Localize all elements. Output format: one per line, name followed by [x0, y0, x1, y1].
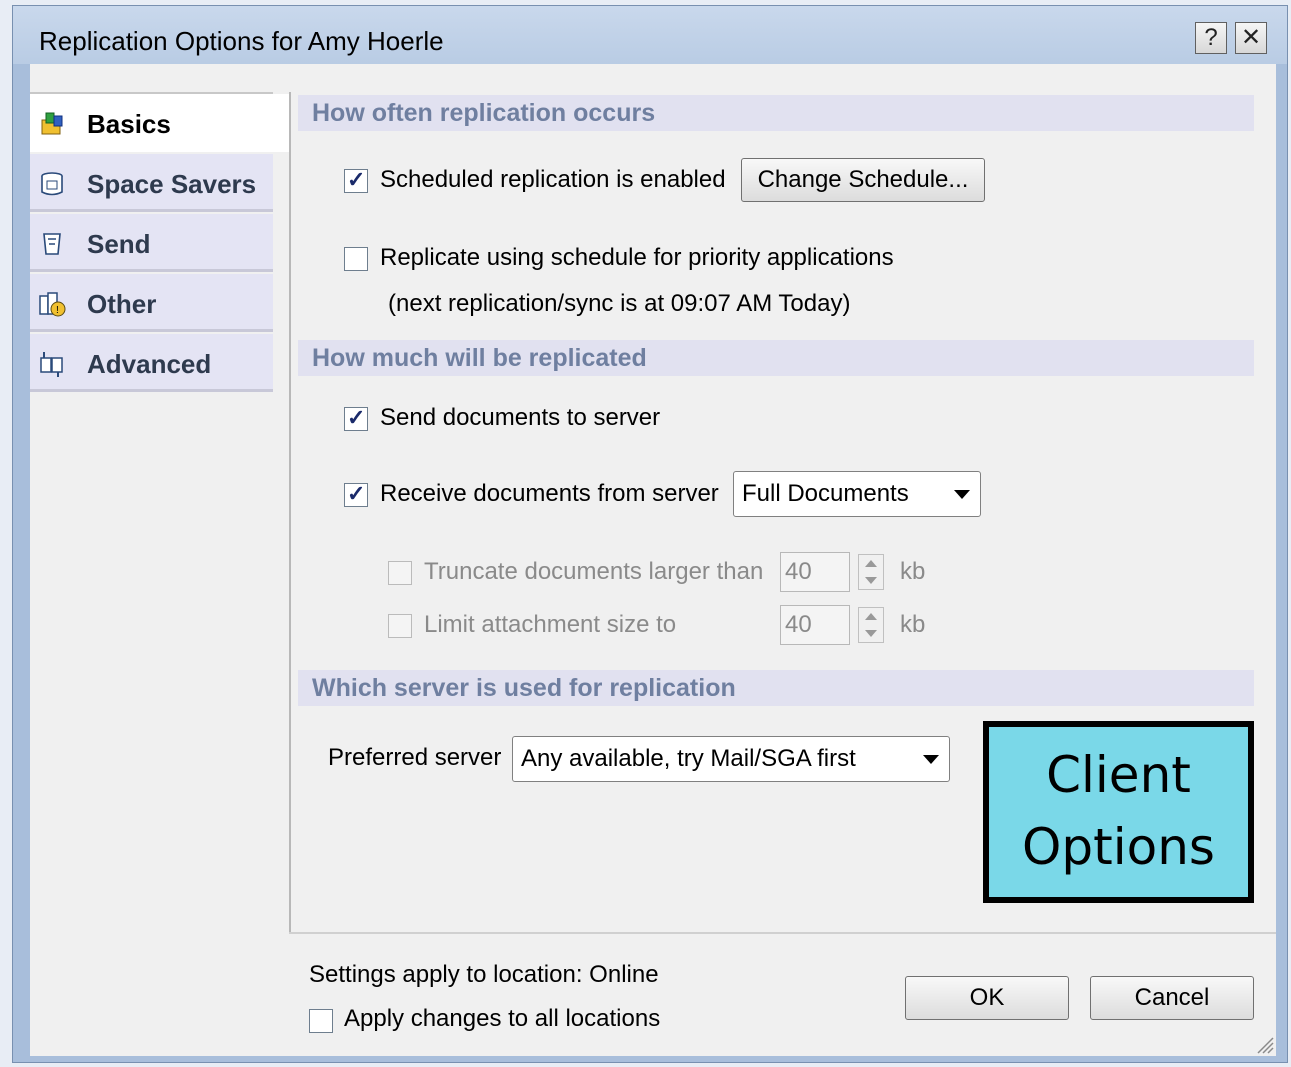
sidebar-item-label: Advanced [87, 349, 212, 379]
help-button[interactable]: ? [1195, 22, 1227, 54]
apply-all-locations-checkbox[interactable] [309, 1009, 333, 1033]
scheduled-replication-label: Scheduled replication is enabled [380, 166, 726, 193]
apply-all-locations-label: Apply changes to all locations [344, 1005, 661, 1032]
ok-button[interactable]: OK [905, 976, 1069, 1020]
dialog-title: Replication Options for Amy Hoerle [39, 26, 444, 56]
basics-icon [41, 112, 63, 135]
limit-attachment-label: Limit attachment size to [424, 611, 677, 638]
priority-applications-label: Replicate using schedule for priority ap… [380, 244, 894, 271]
callout-line-2: Options [1022, 818, 1215, 876]
sidebar-item-label: Send [87, 229, 151, 259]
preferred-server-dropdown[interactable]: Any available, try Mail/SGA first [512, 736, 950, 782]
cancel-button[interactable]: Cancel [1090, 976, 1254, 1020]
preferred-server-label: Preferred server [328, 744, 502, 771]
priority-applications-checkbox[interactable] [344, 247, 368, 271]
section-header-which-server: Which server is used for replication [298, 670, 1254, 706]
change-schedule-button[interactable]: Change Schedule... [741, 158, 985, 202]
footer-divider [289, 932, 1276, 934]
limit-size-spinner[interactable]: 40 [780, 605, 890, 645]
truncate-size-input[interactable]: 40 [780, 552, 850, 592]
send-documents-label: Send documents to server [380, 404, 661, 431]
resize-grip-icon[interactable] [1252, 1032, 1274, 1054]
callout-line-1: Client [1046, 746, 1191, 804]
chevron-down-icon[interactable] [954, 490, 970, 499]
section-header-how-much: How much will be replicated [298, 340, 1254, 376]
svg-text:!: ! [56, 305, 59, 316]
receive-documents-checkbox[interactable] [344, 481, 368, 507]
next-replication-text: (next replication/sync is at 09:07 AM To… [388, 290, 851, 317]
sidebar-item-other[interactable]: ! Other [30, 274, 273, 332]
advanced-icon [40, 352, 63, 377]
client-options-callout: Client Options [983, 721, 1254, 903]
receive-mode-dropdown[interactable]: Full Documents [733, 471, 981, 517]
sidebar-item-advanced[interactable]: Advanced [30, 334, 273, 392]
sidebar-item-space-savers[interactable]: Space Savers [30, 154, 273, 212]
truncate-size-spinner[interactable]: 40 [780, 552, 890, 592]
scheduled-replication-checkbox[interactable] [344, 167, 368, 193]
receive-documents-label: Receive documents from server [380, 480, 719, 507]
replication-options-dialog: Replication Options for Amy Hoerle ? ✕ B… [12, 5, 1288, 1063]
send-documents-checkbox[interactable] [344, 405, 368, 431]
content-divider [289, 92, 291, 934]
space-savers-icon [41, 172, 63, 196]
receive-mode-value: Full Documents [742, 480, 909, 507]
other-icon: ! [39, 292, 66, 317]
limit-unit: kb [900, 611, 926, 638]
sidebar-item-label: Basics [87, 109, 171, 139]
sidebar-item-label: Other [87, 289, 157, 319]
sidebar-item-label: Space Savers [87, 169, 257, 199]
spinner-arrows-icon[interactable] [858, 607, 884, 643]
truncate-unit: kb [900, 558, 926, 585]
title-bar: Replication Options for Amy Hoerle ? ✕ [13, 6, 1287, 64]
spinner-arrows-icon[interactable] [858, 554, 884, 590]
chevron-down-icon[interactable] [923, 755, 939, 764]
sidebar: Basics Space Savers Send ! Other Advance… [30, 64, 290, 924]
location-text: Settings apply to location: Online [309, 961, 659, 988]
preferred-server-value: Any available, try Mail/SGA first [521, 745, 856, 772]
section-header-how-often: How often replication occurs [298, 95, 1254, 131]
sidebar-item-basics[interactable]: Basics [30, 94, 290, 152]
dialog-body: Basics Space Savers Send ! Other Advance… [30, 64, 1276, 1056]
truncate-documents-label: Truncate documents larger than [424, 558, 764, 585]
limit-size-input[interactable]: 40 [780, 605, 850, 645]
close-button[interactable]: ✕ [1235, 22, 1267, 54]
limit-attachment-checkbox[interactable] [388, 614, 412, 638]
sidebar-item-send[interactable]: Send [30, 214, 273, 272]
send-icon [43, 233, 61, 255]
truncate-documents-checkbox[interactable] [388, 561, 412, 585]
